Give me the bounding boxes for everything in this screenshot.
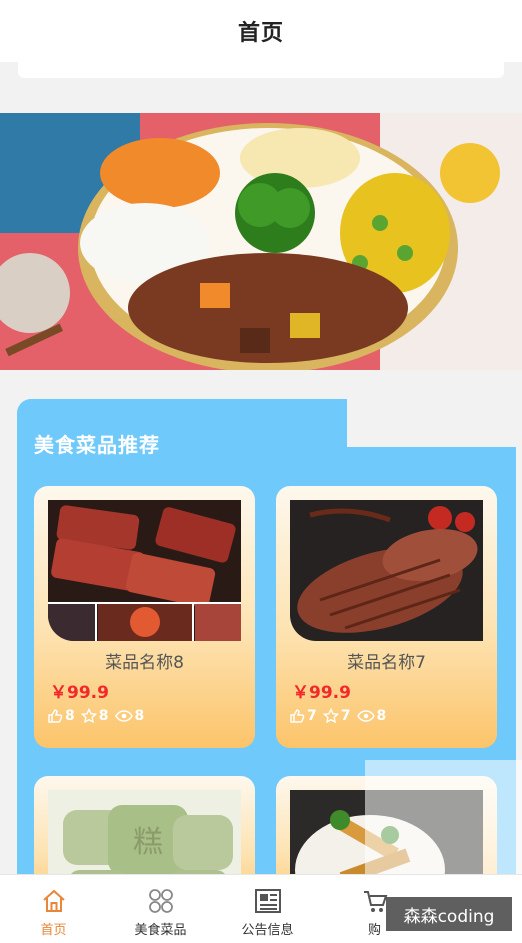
star-icon bbox=[80, 708, 97, 724]
favorite-stat: 7 bbox=[322, 708, 351, 724]
eye-icon bbox=[356, 710, 375, 722]
like-stat: 8 bbox=[47, 708, 75, 724]
favorite-count: 8 bbox=[98, 708, 109, 724]
dish-image bbox=[290, 500, 483, 641]
dish-image bbox=[48, 500, 241, 641]
tab-home[interactable]: 首页 bbox=[0, 875, 107, 943]
news-icon bbox=[254, 889, 281, 913]
dish-card[interactable]: 菜品名称8 ￥99.9 8 8 8 bbox=[34, 486, 255, 748]
dish-stats: 7 7 8 bbox=[289, 708, 386, 724]
view-count: 8 bbox=[376, 708, 387, 724]
dish-price: ￥99.9 bbox=[292, 683, 351, 703]
view-stat: 8 bbox=[114, 708, 145, 724]
tab-dishes[interactable]: 美食菜品 bbox=[107, 875, 214, 943]
cart-icon bbox=[363, 891, 387, 912]
star-icon bbox=[322, 708, 339, 724]
view-count: 8 bbox=[134, 708, 145, 724]
dish-name: 菜品名称7 bbox=[347, 653, 426, 673]
tab-notice[interactable]: 公告信息 bbox=[214, 875, 321, 943]
thumbs-up-icon bbox=[290, 709, 305, 723]
page-title: 首页 bbox=[237, 21, 284, 46]
dish-name: 菜品名称8 bbox=[105, 653, 184, 673]
search-bar[interactable] bbox=[18, 62, 504, 78]
home-icon bbox=[42, 889, 65, 912]
tab-label: 公告信息 bbox=[241, 923, 294, 938]
tab-label: 购 bbox=[367, 923, 381, 938]
banner-carousel[interactable] bbox=[0, 113, 522, 370]
view-stat: 8 bbox=[356, 708, 387, 724]
grid-icon bbox=[148, 889, 173, 913]
like-count: 8 bbox=[65, 708, 75, 724]
like-count: 7 bbox=[307, 708, 317, 724]
banner-food-image bbox=[0, 113, 522, 370]
tab-label: 首页 bbox=[40, 923, 67, 938]
like-stat: 7 bbox=[289, 708, 317, 724]
section-title: 美食菜品推荐 bbox=[34, 433, 160, 457]
watermark: 森森coding bbox=[386, 897, 512, 931]
thumbs-up-icon bbox=[48, 709, 63, 723]
dish-price: ￥99.9 bbox=[50, 683, 109, 703]
section-tab-notch bbox=[347, 399, 516, 447]
tab-label: 美食菜品 bbox=[134, 923, 187, 938]
dish-stats: 8 8 8 bbox=[47, 708, 144, 724]
top-nav-bar: 首页 bbox=[0, 0, 522, 62]
eye-icon bbox=[114, 710, 133, 722]
svg-text:糕: 糕 bbox=[133, 825, 163, 860]
favorite-count: 7 bbox=[340, 708, 351, 724]
favorite-stat: 8 bbox=[80, 708, 109, 724]
dish-card[interactable]: 菜品名称7 ￥99.9 7 7 8 bbox=[276, 486, 497, 748]
